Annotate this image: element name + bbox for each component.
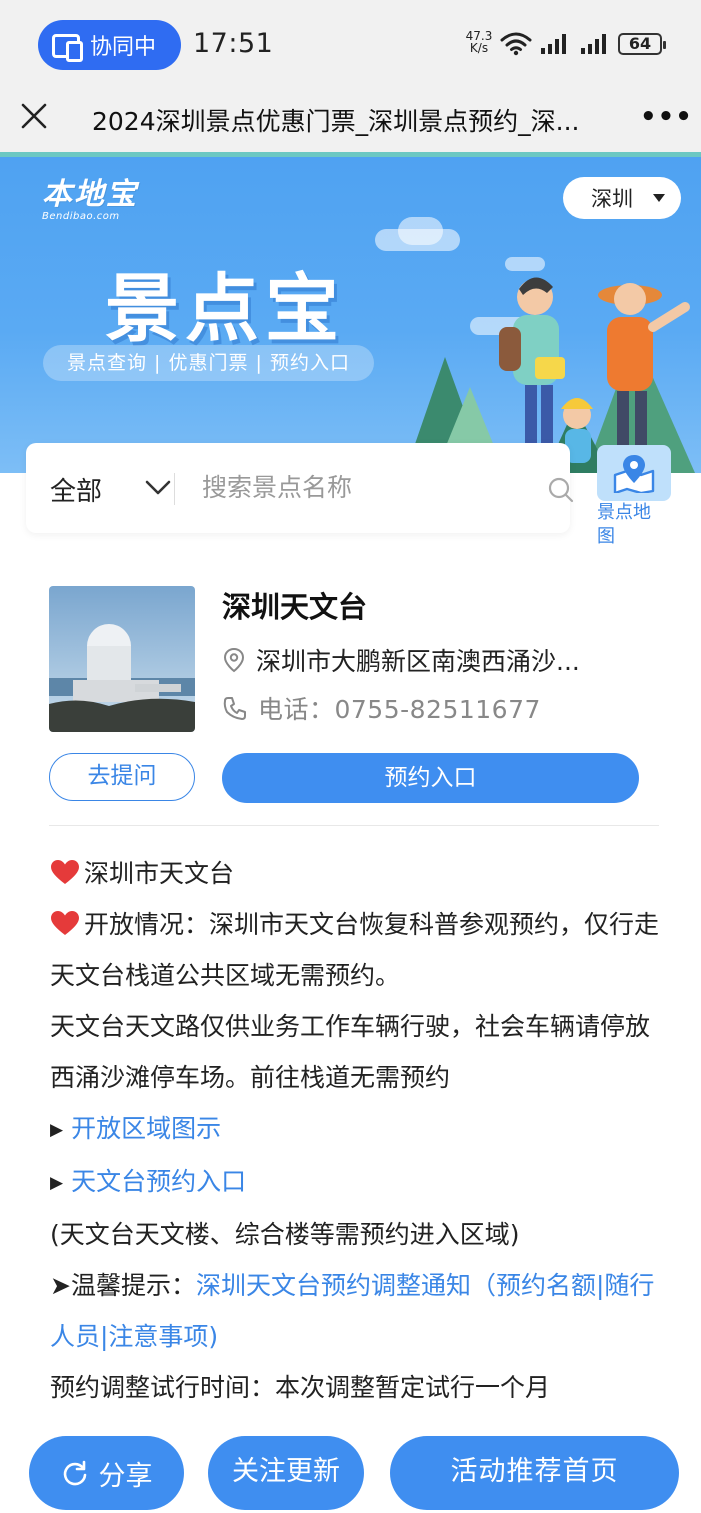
search-icon[interactable] [548,477,574,503]
logo-text: 本地宝 [42,177,138,212]
triangle-bullet-icon: ▶ [50,1120,64,1140]
article-heading: 深圳市天文台 [84,859,235,888]
status-bar: 协同中 17:51 47.3 K/s 64 [0,0,701,90]
phone-row[interactable]: 电话：0755-82511677 [222,690,541,726]
tip-paragraph: ➤温馨提示：深圳天文台预约调整通知（预约名额|随行人员|注意事项) [50,1260,670,1362]
clock: 17:51 [193,28,274,59]
map-button[interactable]: 景点地图 [592,445,680,550]
booking-note-text: (天文台天文楼、综合楼等需预约进入区域) [50,1220,520,1249]
collaboration-indicator[interactable]: 协同中 [38,20,181,70]
wifi-icon [500,32,532,56]
city-label: 深圳 [591,187,633,211]
collab-label: 协同中 [90,35,157,60]
article-body: 深圳市天文台 开放情况：深圳市天文台恢复科普参观预约，仅行走天文台栈道公共区域无… [50,848,670,1413]
spot-address: 深圳市大鹏新区南澳西涌沙... [256,647,580,676]
triangle-bullet-icon: ▶ [50,1173,64,1193]
battery-icon: 64 [618,33,666,55]
banner-title: 景点宝 [105,266,345,352]
spot-phone: 电话：0755-82511677 [258,695,541,724]
network-speed: 47.3 K/s [462,30,496,54]
divider [174,473,175,505]
booking-entry-button[interactable]: 预约入口 [222,753,639,803]
map-button-label: 景点地图 [597,502,651,547]
observatory-photo[interactable] [49,586,195,732]
page-title: 2024深圳景点优惠门票_深圳景点预约_深... [92,107,580,136]
follow-updates-button[interactable]: 关注更新 [208,1436,364,1510]
article-link-row: ▶ 天文台预约入口 [50,1156,670,1209]
heart-icon [51,860,79,884]
more-icon[interactable]: ••• [640,102,693,132]
title-bar: 2024深圳景点优惠门票_深圳景点预约_深... ••• [0,90,701,152]
search-input[interactable] [202,469,502,505]
share-label: 分享 [98,1460,153,1492]
map-icon [613,455,655,493]
article-paragraph: 深圳市天文台 [50,848,670,899]
divider [49,825,659,826]
chevron-down-icon[interactable] [144,479,172,497]
logo[interactable]: 本地宝 Bendibao.com [42,169,138,222]
tip-label: ➤温馨提示： [50,1271,196,1300]
caret-down-icon [653,194,665,202]
article-paragraph: 开放情况：深圳市天文台恢复科普参观预约，仅行走天文台栈道公共区域无需预约。 [50,899,670,1001]
map-tile [597,445,671,501]
article-link-row: ▶ 开放区域图示 [50,1103,670,1156]
open-area-map-link[interactable]: 开放区域图示 [71,1114,221,1143]
search-bar: 全部 [26,443,574,533]
signal-icon-2 [581,34,606,54]
events-home-button[interactable]: 活动推荐首页 [390,1436,679,1510]
ask-question-button[interactable]: 去提问 [49,753,195,801]
address-row[interactable]: 深圳市大鹏新区南澳西涌沙... [222,642,642,678]
city-selector[interactable]: 深圳 [563,177,681,219]
opening-status-text: 开放情况：深圳市天文台恢复科普参观预约，仅行走天文台栈道公共区域无需预约。 [50,910,660,990]
banner: 本地宝 Bendibao.com 深圳 景点宝 景点查询 | 优惠门票 | 预约… [0,157,701,473]
signal-icon [541,34,566,54]
heart-icon [51,911,79,935]
location-pin-icon [223,647,245,673]
travelers-illustration [405,277,695,473]
observatory-booking-link[interactable]: 天文台预约入口 [71,1167,246,1196]
share-button[interactable]: 分享 [29,1436,184,1510]
refresh-icon [63,1460,86,1486]
trial-period-text: 预约调整试行时间：本次调整暂定试行一个月 [50,1373,551,1402]
spot-card: 深圳天文台 深圳市大鹏新区南澳西涌沙... 电话：0755-82511677 去… [26,560,682,1420]
category-select[interactable]: 全部 [50,471,102,508]
close-icon[interactable] [20,102,48,130]
parking-text: 天文台天文路仅供业务工作车辆行驶，社会车辆请停放西涌沙滩停车场。前往栈道无需预约 [50,1012,651,1092]
screen-share-icon [52,34,83,62]
spot-name: 深圳天文台 [222,590,368,624]
banner-subtitle: 景点查询 | 优惠门票 | 预约入口 [43,345,374,381]
phone-icon [223,697,246,720]
net-speed-unit: K/s [469,41,489,55]
